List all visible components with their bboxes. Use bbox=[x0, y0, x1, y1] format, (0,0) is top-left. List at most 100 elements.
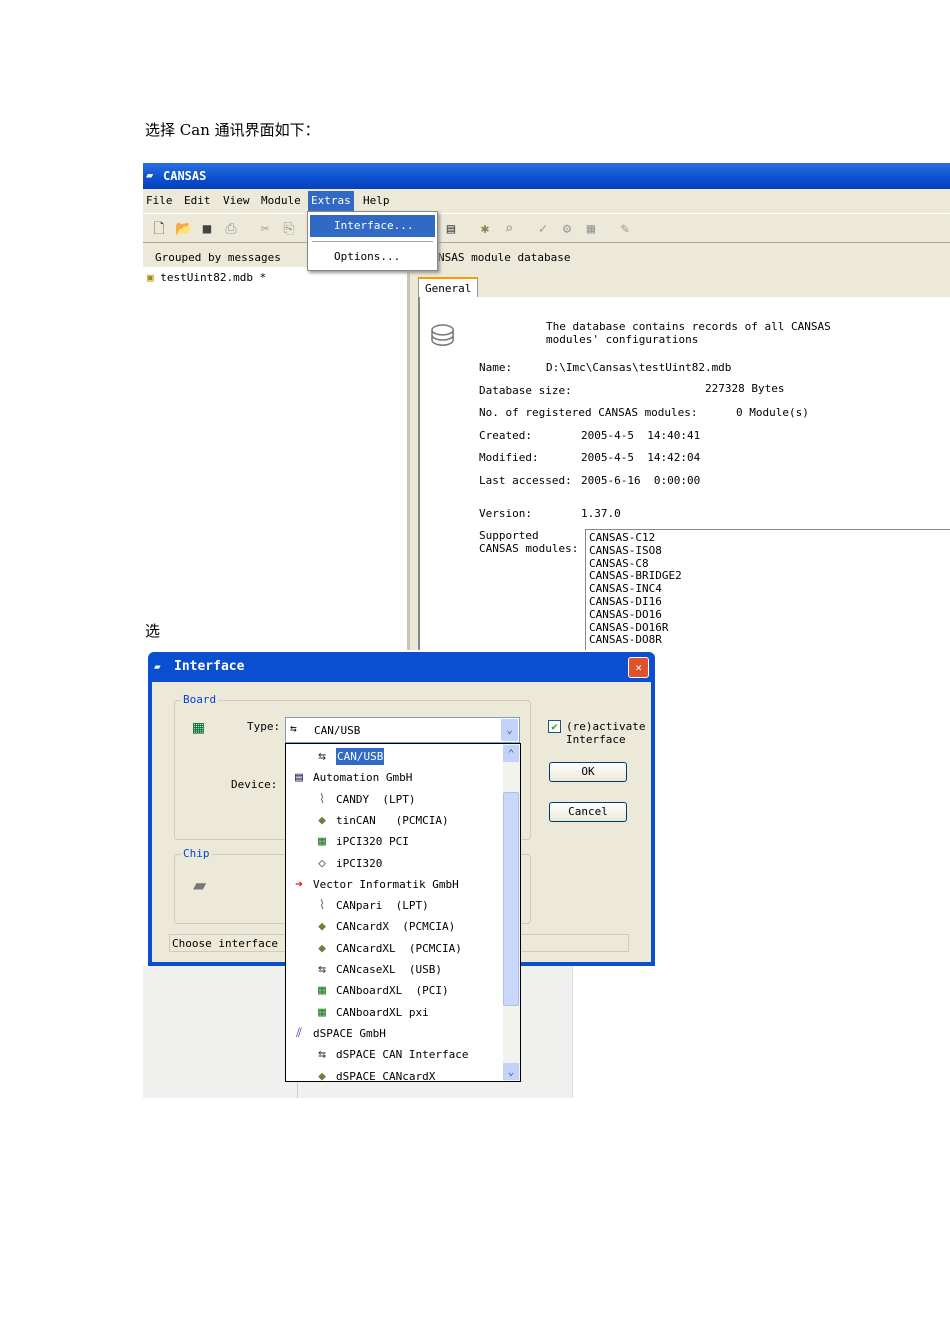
type-option[interactable]: ▤ Automation GmbH bbox=[289, 768, 412, 788]
display-icon[interactable]: ▦ bbox=[583, 221, 599, 237]
size-label: Database size: bbox=[479, 384, 572, 397]
caption-text: 选择 Can 通讯界面如下： bbox=[145, 121, 320, 139]
type-option[interactable]: ⇆ dSPACE CAN Interface bbox=[312, 1045, 468, 1065]
check-icon[interactable]: ✓ bbox=[535, 221, 551, 237]
type-select[interactable]: ⇆ CAN/USB ⌄ bbox=[285, 717, 520, 743]
database-description: The database contains records of all CAN… bbox=[546, 320, 831, 346]
menu-view[interactable]: View bbox=[223, 194, 250, 207]
type-option-label: iPCI320 PCI bbox=[336, 835, 409, 849]
scroll-up-icon[interactable]: ⌃ bbox=[503, 745, 519, 762]
chevron-down-icon[interactable]: ⌄ bbox=[501, 719, 518, 741]
type-option[interactable]: ⇆ CAN/USB bbox=[312, 747, 385, 767]
created-value: 2005-4-5 14:40:41 bbox=[581, 429, 701, 442]
supported-modules-list[interactable]: CANSAS-C12 CANSAS-ISO8 CANSAS-C8 CANSAS-BRI… bbox=[585, 529, 950, 650]
last-accessed-value: 2005-6-16 0:00:00 bbox=[581, 474, 701, 487]
menu-bar: File Edit View Module Extras Help bbox=[143, 191, 950, 211]
type-option-label: CANcaseXL (USB) bbox=[336, 963, 442, 976]
menu-file[interactable]: File bbox=[146, 194, 173, 207]
type-option-label: dSPACE CAN Interface bbox=[336, 1048, 469, 1062]
type-option[interactable]: ⇆ CANcaseXL (USB) bbox=[312, 960, 442, 980]
print-icon[interactable]: ⎙ bbox=[223, 221, 239, 237]
copy-icon[interactable]: ⎘ bbox=[281, 221, 297, 237]
pcmcia-card-icon: ◆ bbox=[318, 1068, 326, 1082]
vector-arrow-icon: ➔ bbox=[295, 876, 303, 892]
type-option[interactable]: ⌇ CANpari (LPT) bbox=[312, 896, 429, 916]
scroll-thumb[interactable] bbox=[503, 792, 519, 1006]
pcmcia-card-icon: ◆ bbox=[318, 940, 326, 956]
tree-panel: Grouped by messages ▣ testUint82.mdb * bbox=[143, 247, 410, 650]
type-option-label: CANboardXL (PCI) bbox=[336, 984, 449, 998]
type-option[interactable]: ▦ iPCI320 PCI bbox=[312, 832, 409, 852]
name-value: D:\Imc\Cansas\testUint82.mdb bbox=[546, 361, 732, 374]
type-option[interactable]: ⌇ CANDY (LPT) bbox=[312, 790, 416, 810]
menu-item-interface[interactable]: Interface... bbox=[310, 215, 435, 237]
cut-icon[interactable]: ✂ bbox=[257, 221, 273, 237]
type-option[interactable]: ▦ CANboardXL (PCI) bbox=[312, 981, 449, 1001]
dialog-title: Interface bbox=[174, 659, 245, 674]
modified-label: Modified: bbox=[479, 451, 539, 464]
cancel-button[interactable]: Cancel bbox=[549, 802, 627, 822]
tab-general[interactable]: General bbox=[418, 277, 478, 298]
type-option-label: CANcardXL (PCMCIA) bbox=[336, 941, 462, 955]
type-option[interactable]: ➔ Vector Informatik GmbH bbox=[289, 875, 459, 895]
ixxat-logo-icon: ▤ bbox=[295, 770, 303, 786]
supported-modules-label: Supported CANSAS modules: bbox=[479, 529, 579, 555]
extras-dropdown-menu: Interface... Options... bbox=[307, 211, 438, 271]
menu-extras[interactable]: Extras bbox=[308, 191, 354, 211]
new-icon[interactable]: 🗋 bbox=[151, 221, 167, 237]
dspace-logo-icon: ⫽ bbox=[296, 1025, 302, 1041]
menu-item-options[interactable]: Options... bbox=[310, 246, 435, 268]
tree-item-label: testUint82.mdb * bbox=[160, 271, 267, 284]
measure-icon[interactable]: ⚙ bbox=[559, 221, 575, 237]
module-list-item[interactable]: CANSAS-DO8R bbox=[589, 634, 950, 647]
type-option-label: CANboardXL pxi bbox=[336, 1005, 429, 1019]
app-icon: ▰ bbox=[146, 168, 154, 182]
module-list-item[interactable]: CANSAS-DI16 bbox=[589, 595, 950, 609]
name-label: Name: bbox=[479, 361, 513, 374]
scrollbar[interactable]: ⌃ ⌄ bbox=[503, 744, 520, 1081]
chip-group-label: Chip bbox=[181, 847, 212, 860]
size-value: 227328 Bytes bbox=[705, 382, 785, 395]
type-option[interactable]: ◇ iPCI320 bbox=[312, 854, 382, 874]
reactivate-label: (re)activate Interface bbox=[566, 720, 646, 746]
type-option[interactable]: ◆ tinCAN (PCMCIA) bbox=[312, 811, 449, 831]
tree-item-database[interactable]: ▣ testUint82.mdb * bbox=[147, 271, 266, 284]
find-icon[interactable]: ⌕ bbox=[501, 221, 517, 237]
type-option-label: Vector Informatik GmbH bbox=[313, 877, 459, 891]
ok-button[interactable]: OK bbox=[549, 762, 627, 782]
type-option[interactable]: ◆ CANcardXL (PCMCIA) bbox=[312, 939, 462, 959]
pcmcia-card-icon: ◆ bbox=[318, 812, 326, 828]
wizard-icon[interactable]: ✎ bbox=[617, 221, 633, 237]
modules-count-label: No. of registered CANSAS modules: bbox=[479, 406, 698, 419]
type-select-value: CAN/USB bbox=[314, 724, 361, 737]
open-icon[interactable]: 📂 bbox=[175, 221, 192, 237]
reactivate-checkbox[interactable]: ✔ bbox=[548, 720, 561, 733]
modified-value: 2005-4-5 14:42:04 bbox=[581, 451, 701, 464]
type-option-label: iPCI320 bbox=[336, 856, 383, 870]
type-option[interactable]: ⫽ dSPACE GmbH bbox=[289, 1024, 386, 1044]
type-option[interactable]: ◆ dSPACE CANcardX bbox=[312, 1067, 435, 1082]
module-list-item[interactable]: CANSAS-C12 bbox=[589, 531, 950, 545]
chip-diamond-icon: ◇ bbox=[318, 855, 326, 871]
panel-header: NSAS module database bbox=[438, 251, 571, 264]
type-option[interactable]: ◆ CANcardX (PCMCIA) bbox=[312, 917, 455, 937]
module-list-item[interactable]: CANSAS-ISO8 bbox=[589, 544, 950, 558]
version-label: Version: bbox=[479, 507, 532, 520]
tree-icon[interactable]: ▤ bbox=[443, 221, 459, 237]
scroll-down-icon[interactable]: ⌄ bbox=[503, 1063, 519, 1080]
type-dropdown-list: ⇆ CAN/USB ▤ Automation GmbH ⌇ CANDY (LPT) ◆ tin… bbox=[285, 743, 521, 1082]
save-icon[interactable]: ■ bbox=[199, 221, 215, 237]
type-option[interactable]: ▦ CANboardXL pxi bbox=[312, 1003, 429, 1023]
usb-icon: ⇆ bbox=[318, 1047, 326, 1063]
type-label: Type: bbox=[247, 720, 281, 733]
menu-module[interactable]: Module bbox=[261, 194, 301, 207]
menu-edit[interactable]: Edit bbox=[184, 194, 211, 207]
database-icon: ▣ bbox=[147, 271, 154, 284]
module-list-item[interactable]: CANSAS-DO16 bbox=[589, 608, 950, 622]
close-button[interactable]: ✕ bbox=[628, 657, 649, 678]
module-icon[interactable]: ✱ bbox=[477, 221, 493, 237]
usb-icon: ⇆ bbox=[318, 749, 326, 764]
pci-board-icon: ▦ bbox=[318, 834, 326, 850]
cansas-window: ▰ CANSAS File Edit View Module Extras Hel… bbox=[143, 163, 950, 650]
menu-help[interactable]: Help bbox=[363, 194, 390, 207]
